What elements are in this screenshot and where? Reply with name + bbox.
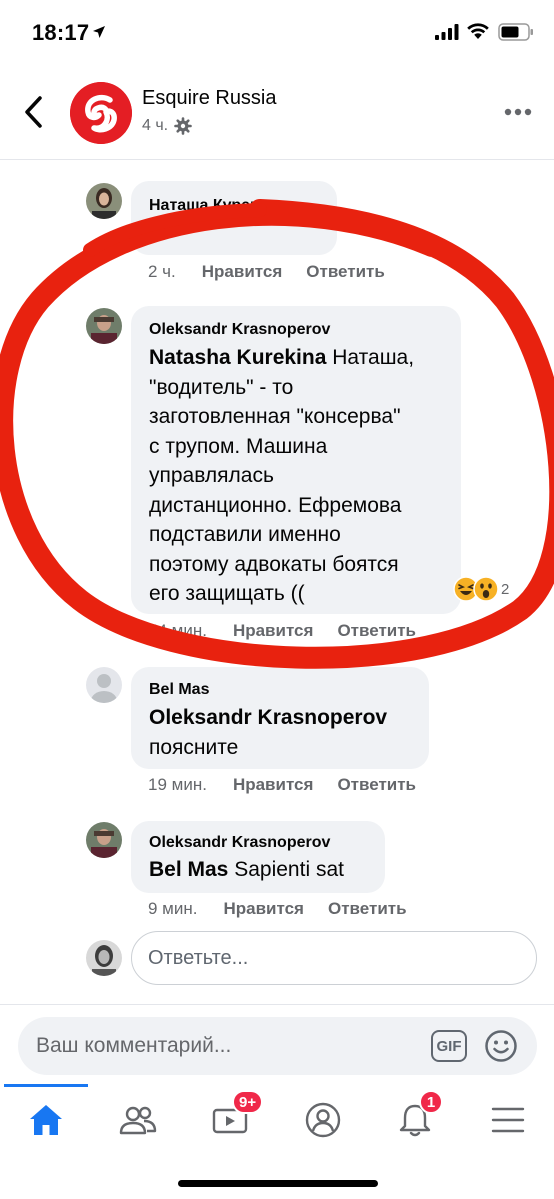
mention-link[interactable]: Oleksandr Krasnoperov — [149, 706, 387, 729]
status-time: 18:17 — [32, 20, 90, 45]
current-user-avatar — [86, 940, 122, 976]
reply-button[interactable]: Ответить — [337, 775, 416, 795]
comment-bubble: Bel Mas Oleksandr Krasnoperov поясните — [131, 667, 429, 769]
comment-time: 9 мин. — [148, 899, 198, 918]
comment-actions: 9 мин. Нравится Ответить — [148, 899, 431, 919]
status-bar: 18:17 — [0, 0, 554, 64]
emoji-icon[interactable] — [484, 1029, 518, 1063]
tab-profile[interactable] — [277, 1084, 369, 1156]
comment-actions: 19 мин. Нравится Ответить — [148, 775, 440, 795]
comment-author[interactable]: Oleksandr Krasnoperov — [149, 321, 330, 339]
reply-button[interactable]: Ответить — [337, 621, 416, 641]
comment-line: его защищать (( — [149, 582, 305, 605]
comment-text: Oleksandr Krasnoperov поясните — [149, 703, 387, 762]
post-header: Esquire Russia 4 ч. — [0, 64, 554, 160]
comment-input-box[interactable]: GIF — [18, 1017, 537, 1075]
tab-friends[interactable] — [92, 1084, 184, 1156]
like-button[interactable]: Нравится — [233, 621, 314, 641]
comment-line: Sapienti sat — [234, 858, 344, 881]
esquire-logo-avatar[interactable] — [70, 82, 132, 144]
avatar[interactable] — [86, 183, 122, 219]
comment-line: дистанционно. Ефремова — [149, 493, 402, 517]
mention-link[interactable]: Bel Mas — [149, 858, 228, 881]
friends-icon — [119, 1106, 157, 1135]
profile-icon — [305, 1102, 341, 1138]
notifications-badge: 1 — [419, 1090, 443, 1114]
post-time: 4 ч. — [142, 117, 169, 134]
gif-button[interactable]: GIF — [431, 1030, 467, 1062]
reply-button[interactable]: Ответить — [306, 262, 385, 282]
comment-composer: GIF — [0, 1004, 554, 1084]
avatar[interactable] — [86, 822, 122, 858]
reply-input-box[interactable] — [131, 931, 537, 985]
wifi-icon — [467, 23, 489, 39]
comment-line: поэтому адвокаты боятся — [149, 552, 399, 576]
home-indicator — [178, 1180, 378, 1187]
comment-actions: 54 мин. Нравится Ответить — [148, 621, 440, 641]
comment-line: "водитель" - то — [149, 375, 294, 399]
wow-reaction-icon — [473, 576, 499, 602]
tab-video[interactable]: 9+ — [184, 1084, 276, 1156]
comment-line: управлялась — [149, 464, 274, 487]
comment-author[interactable]: Bel Mas — [149, 681, 209, 699]
avatar[interactable] — [86, 308, 122, 344]
comment-line: подставили именно — [149, 523, 341, 546]
reply-input[interactable] — [132, 932, 536, 984]
video-badge: 9+ — [232, 1090, 264, 1114]
comment-bubble: Наташа Курекина — [131, 181, 337, 255]
tab-home[interactable] — [0, 1084, 92, 1156]
comment-time: 19 мин. — [148, 775, 207, 794]
location-arrow-icon — [93, 26, 105, 38]
like-button[interactable]: Нравится — [223, 899, 304, 919]
like-button[interactable]: Нравится — [202, 262, 283, 282]
comment-time: 2 ч. — [148, 262, 176, 281]
comment-line: заготовленная "консерва" — [149, 405, 401, 428]
cellular-signal-icon — [435, 24, 459, 40]
reply-button[interactable]: Ответить — [328, 899, 407, 919]
battery-icon — [498, 23, 533, 41]
mention-link[interactable]: Natasha Kurekina — [149, 346, 326, 369]
esquire-logo-icon — [70, 82, 132, 144]
comment-author[interactable]: Oleksandr Krasnoperov — [149, 834, 330, 852]
comment-author[interactable]: Наташа Курекина — [149, 197, 286, 215]
post-meta: 4 ч. — [142, 117, 192, 135]
menu-icon — [491, 1107, 525, 1133]
reaction-count: 2 — [501, 580, 510, 598]
reactions-summary[interactable]: 2 — [453, 576, 509, 602]
comment-text: Natasha Kurekina Наташа, "водитель" - то… — [149, 343, 459, 609]
comment-line: Наташа, — [332, 346, 415, 369]
back-arrow-icon[interactable] — [22, 94, 46, 130]
comment-actions: 2 ч. Нравится Ответить — [148, 262, 409, 282]
avatar[interactable] — [86, 667, 122, 703]
comment-input[interactable] — [18, 1017, 408, 1075]
comment-bubble: Oleksandr Krasnoperov Bel Mas Sapienti s… — [131, 821, 385, 893]
more-options-icon[interactable] — [504, 108, 532, 116]
tab-notifications[interactable]: 1 — [369, 1084, 461, 1156]
bottom-tab-bar: 9+ 1 — [0, 1084, 554, 1156]
like-button[interactable]: Нравится — [233, 775, 314, 795]
privacy-settings-icon — [174, 117, 192, 135]
comment-text: Bel Mas Sapienti sat — [149, 855, 344, 885]
tab-menu[interactable] — [462, 1084, 554, 1156]
comment-line: с трупом. Машина — [149, 434, 328, 458]
comment-time: 54 мин. — [148, 621, 207, 640]
comment-bubble: Oleksandr Krasnoperov Natasha Kurekina Н… — [131, 306, 461, 614]
comment-line: поясните — [149, 735, 239, 759]
page-name[interactable]: Esquire Russia — [142, 87, 277, 110]
home-icon — [30, 1105, 62, 1135]
